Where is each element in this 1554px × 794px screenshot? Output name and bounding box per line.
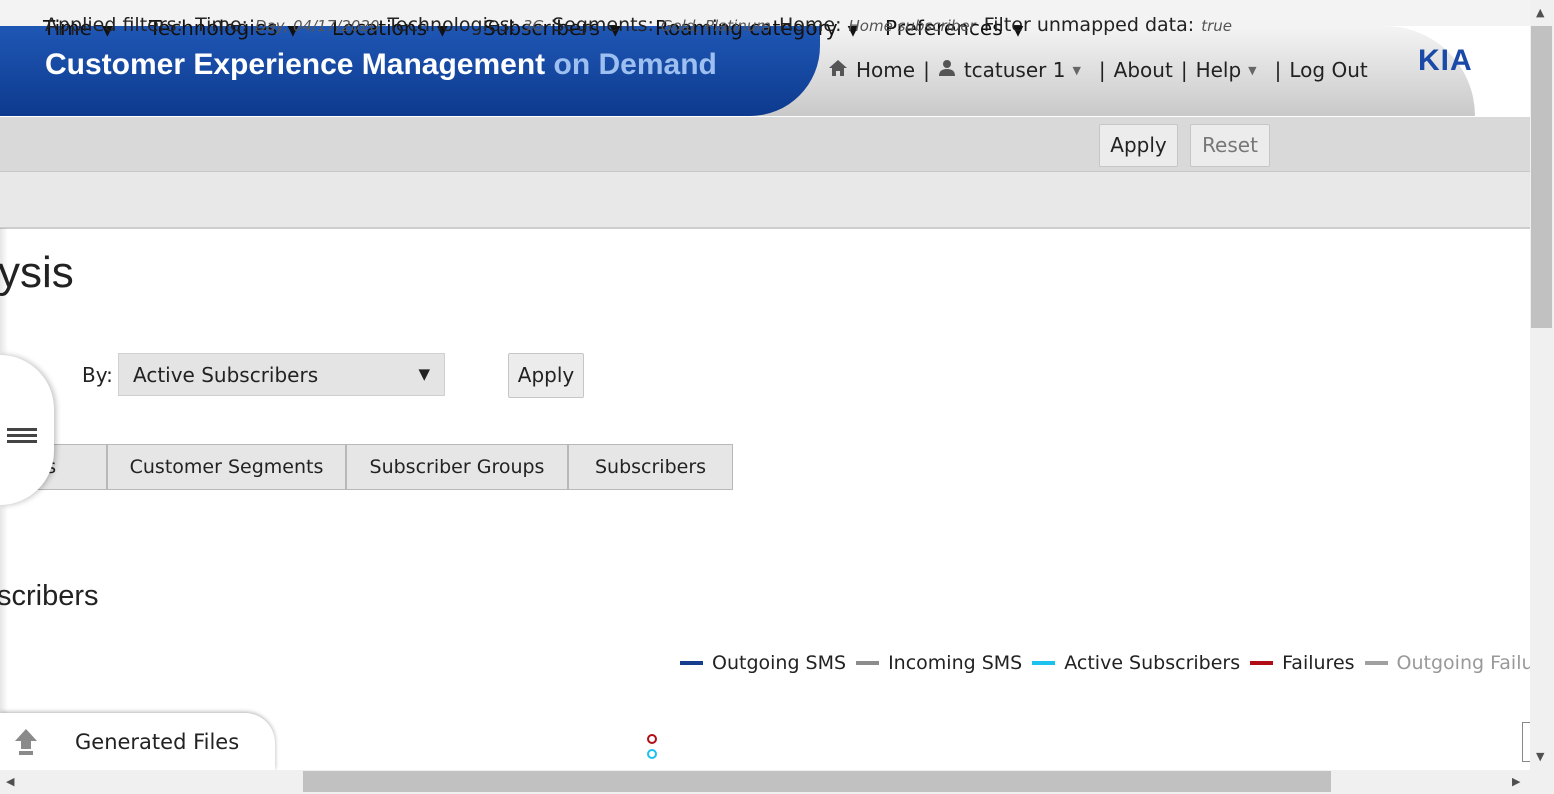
applied-time-value: Day, 04/17/2020 — [254, 17, 380, 35]
nav-separator: | — [1274, 58, 1282, 82]
horizontal-scroll-thumb[interactable] — [303, 771, 1331, 792]
app-title: Customer Experience Management on Demand — [45, 48, 717, 82]
browser-viewport: KIA Customer Experience Management on De… — [0, 0, 1530, 770]
by-label: By: — [82, 363, 113, 387]
legend-label: Failures — [1282, 652, 1355, 674]
nav-separator: | — [1180, 58, 1188, 82]
scroll-left-arrow-icon[interactable]: ◀ — [6, 775, 14, 788]
by-select-value: Active Subscribers — [133, 363, 319, 387]
applied-filters-bar — [0, 172, 1530, 229]
by-select[interactable]: Active Subscribers ▼ — [118, 353, 445, 396]
nav-separator: | — [1098, 58, 1106, 82]
chevron-down-icon[interactable]: ▼ — [1072, 64, 1080, 77]
scroll-down-arrow-icon[interactable]: ▼ — [1536, 750, 1544, 763]
applied-segments-key: Segments: — [552, 14, 654, 36]
legend-item-active-subscribers[interactable]: Active Subscribers — [1032, 652, 1240, 674]
help-menu[interactable]: Help — [1196, 58, 1242, 82]
legend-item-outgoing-sms[interactable]: Outgoing SMS — [680, 652, 846, 674]
tab-subscriber-groups[interactable]: Subscriber Groups — [346, 444, 568, 490]
page-title: ysis — [0, 248, 74, 297]
filter-reset-button[interactable]: Reset — [1190, 124, 1270, 167]
legend-swatch — [680, 661, 703, 665]
vertical-scroll-thumb[interactable] — [1531, 26, 1552, 328]
scroll-right-arrow-icon[interactable]: ▶ — [1512, 775, 1520, 788]
chart-section-title: scribers — [0, 580, 99, 612]
upload-arrow-icon — [14, 728, 38, 760]
home-link[interactable]: Home — [856, 58, 915, 82]
applied-unmapped-value: true — [1201, 17, 1232, 35]
chart-toolbar-edge[interactable] — [1522, 722, 1530, 762]
user-icon — [938, 58, 956, 82]
top-nav: Home | tcatuser 1 ▼ | About | Help ▼ | L… — [828, 58, 1368, 82]
scroll-up-arrow-icon[interactable]: ▲ — [1536, 6, 1544, 19]
legend-swatch — [1250, 661, 1274, 665]
chart-point-active-subscribers[interactable] — [647, 749, 657, 759]
nav-separator: | — [923, 58, 930, 82]
applied-segments-value: Gold, Platinum — [660, 17, 771, 35]
applied-home-value: Home subscriber — [848, 17, 976, 35]
applied-unmapped-key: Filter unmapped data: — [983, 14, 1195, 36]
user-menu[interactable]: tcatuser 1 — [964, 58, 1066, 82]
generated-files-label: Generated Files — [75, 730, 240, 754]
dropdown-triangle-icon: ▼ — [418, 365, 430, 383]
main-apply-button[interactable]: Apply — [508, 353, 584, 398]
app-title-main: Customer Experience Management — [45, 48, 546, 81]
chevron-down-icon[interactable]: ▼ — [1248, 64, 1256, 77]
about-link[interactable]: About — [1114, 58, 1173, 82]
chart-legend: Outgoing SMS Incoming SMS Active Subscri… — [680, 652, 1530, 674]
legend-item-incoming-sms[interactable]: Incoming SMS — [856, 652, 1022, 674]
legend-label: Outgoing Failur — [1396, 652, 1530, 674]
filter-menu-bar — [0, 117, 1530, 172]
tab-customer-segments[interactable]: Customer Segments — [107, 444, 346, 490]
applied-tech-key: Technologies: — [387, 14, 516, 36]
legend-item-outgoing-failures[interactable]: Outgoing Failur — [1364, 652, 1530, 674]
menu-icon[interactable] — [7, 428, 37, 446]
legend-swatch — [1364, 661, 1388, 665]
legend-item-failures[interactable]: Failures — [1250, 652, 1355, 674]
applied-time-key: Time: — [195, 14, 248, 36]
app-title-sub: on Demand — [553, 48, 717, 81]
home-icon[interactable] — [828, 58, 848, 82]
tab-subscribers[interactable]: Subscribers — [568, 444, 733, 490]
legend-swatch — [856, 661, 880, 665]
legend-label: Incoming SMS — [888, 652, 1023, 674]
applied-filters-label: Applied filters: — [45, 14, 183, 36]
applied-tech-value: 3G — [522, 17, 545, 35]
nokia-logo: KIA — [1418, 44, 1473, 77]
legend-swatch — [1032, 661, 1056, 665]
legend-label: Outgoing SMS — [712, 652, 847, 674]
logout-link[interactable]: Log Out — [1289, 58, 1367, 82]
chart-point-failures[interactable] — [647, 734, 657, 744]
legend-label: Active Subscribers — [1064, 652, 1241, 674]
applied-home-key: Home: — [778, 14, 842, 36]
applied-filters: Applied filters: Time: Day, 04/17/2020 Tec… — [45, 14, 1240, 36]
filter-apply-button[interactable]: Apply — [1099, 124, 1178, 167]
